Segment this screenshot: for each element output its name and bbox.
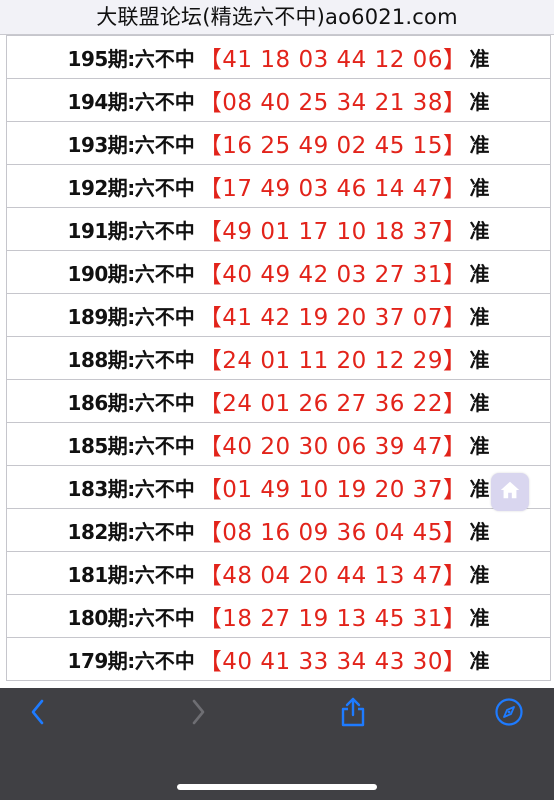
- list-item: 185期: 六不中 【40 20 30 06 39 47】准: [6, 423, 551, 466]
- home-button[interactable]: [491, 473, 529, 511]
- result-label: 准: [469, 605, 490, 630]
- browser-button[interactable]: [494, 697, 524, 731]
- page: 大联盟论坛(精选六不中)ao6021.com 195期: 六不中 【41 18 03…: [0, 0, 554, 800]
- result-label: 准: [469, 347, 490, 372]
- period-label: 180期:: [67, 605, 136, 630]
- result-label: 准: [469, 476, 490, 501]
- period-label: 195期:: [67, 46, 136, 71]
- numbers-text: 【18 27 19 13 45 31】: [198, 606, 467, 632]
- list-item: 186期: 六不中 【24 01 26 27 36 22】准: [6, 380, 551, 423]
- period-label: 183期:: [67, 476, 136, 501]
- list-item: 179期: 六不中 【40 41 33 34 43 30】准: [6, 638, 551, 681]
- forward-button[interactable]: [184, 698, 212, 730]
- category-label: 六不中: [134, 46, 195, 71]
- period-label: 193期:: [67, 132, 136, 157]
- home-icon: [499, 479, 521, 505]
- category-label: 六不中: [134, 89, 195, 114]
- period-label: 182期:: [67, 519, 136, 544]
- numbers-text: 【24 01 11 20 12 29】: [198, 348, 467, 374]
- result-label: 准: [469, 46, 490, 71]
- category-label: 六不中: [134, 433, 195, 458]
- period-label: 191期:: [67, 218, 136, 243]
- list-item: 183期: 六不中 【01 49 10 19 20 37】准: [6, 466, 551, 509]
- result-label: 准: [469, 132, 490, 157]
- list-item: 188期: 六不中 【24 01 11 20 12 29】准: [6, 337, 551, 380]
- list-item: 191期: 六不中 【49 01 17 10 18 37】准: [6, 208, 551, 251]
- list-item: 189期: 六不中 【41 42 19 20 37 07】准: [6, 294, 551, 337]
- numbers-text: 【08 40 25 34 21 38】: [198, 90, 467, 116]
- numbers-text: 【17 49 03 46 14 47】: [198, 176, 467, 202]
- period-label: 186期:: [67, 390, 136, 415]
- period-label: 188期:: [67, 347, 136, 372]
- period-label: 189期:: [67, 304, 136, 329]
- result-label: 准: [469, 519, 490, 544]
- browser-toolbar: [0, 688, 554, 800]
- list-item: 193期: 六不中 【16 25 49 02 45 15】准: [6, 122, 551, 165]
- numbers-text: 【40 49 42 03 27 31】: [198, 262, 467, 288]
- list-item: 190期: 六不中 【40 49 42 03 27 31】准: [6, 251, 551, 294]
- category-label: 六不中: [134, 648, 195, 673]
- result-label: 准: [469, 433, 490, 458]
- list-item: 182期: 六不中 【08 16 09 36 04 45】准: [6, 509, 551, 552]
- numbers-text: 【01 49 10 19 20 37】: [198, 477, 467, 503]
- result-label: 准: [469, 89, 490, 114]
- result-label: 准: [469, 218, 490, 243]
- category-label: 六不中: [134, 476, 195, 501]
- result-label: 准: [469, 175, 490, 200]
- period-label: 194期:: [67, 89, 136, 114]
- category-label: 六不中: [134, 218, 195, 243]
- numbers-text: 【16 25 49 02 45 15】: [198, 133, 467, 159]
- period-label: 190期:: [67, 261, 136, 286]
- period-label: 179期:: [67, 648, 136, 673]
- numbers-text: 【41 42 19 20 37 07】: [198, 305, 467, 331]
- list-item: 181期: 六不中 【48 04 20 44 13 47】准: [6, 552, 551, 595]
- prediction-list: 195期: 六不中 【41 18 03 44 12 06】准 194期: 六不中 【08 …: [0, 35, 554, 800]
- numbers-text: 【40 41 33 34 43 30】: [198, 649, 467, 675]
- numbers-text: 【40 20 30 06 39 47】: [198, 434, 467, 460]
- numbers-text: 【08 16 09 36 04 45】: [198, 520, 467, 546]
- list-item: 194期: 六不中 【08 40 25 34 21 38】准: [6, 79, 551, 122]
- chevron-right-icon: [188, 698, 208, 730]
- list-item: 180期: 六不中 【18 27 19 13 45 31】准: [6, 595, 551, 638]
- back-button[interactable]: [24, 698, 52, 730]
- category-label: 六不中: [134, 175, 195, 200]
- category-label: 六不中: [134, 347, 195, 372]
- list-item: 195期: 六不中 【41 18 03 44 12 06】准: [6, 35, 551, 79]
- result-label: 准: [469, 304, 490, 329]
- numbers-text: 【49 01 17 10 18 37】: [198, 219, 467, 245]
- compass-icon: [494, 697, 524, 731]
- category-label: 六不中: [134, 132, 195, 157]
- category-label: 六不中: [134, 605, 195, 630]
- page-title: 大联盟论坛(精选六不中)ao6021.com: [0, 0, 554, 35]
- numbers-text: 【48 04 20 44 13 47】: [198, 563, 467, 589]
- category-label: 六不中: [134, 562, 195, 587]
- period-label: 192期:: [67, 175, 136, 200]
- period-label: 181期:: [67, 562, 136, 587]
- numbers-text: 【41 18 03 44 12 06】: [198, 47, 467, 73]
- result-label: 准: [469, 261, 490, 286]
- category-label: 六不中: [134, 304, 195, 329]
- result-label: 准: [469, 648, 490, 673]
- share-icon: [339, 696, 367, 732]
- category-label: 六不中: [134, 519, 195, 544]
- category-label: 六不中: [134, 261, 195, 286]
- home-indicator: [177, 784, 377, 790]
- result-label: 准: [469, 390, 490, 415]
- list-item: 192期: 六不中 【17 49 03 46 14 47】准: [6, 165, 551, 208]
- share-button[interactable]: [339, 697, 367, 728]
- result-label: 准: [469, 562, 490, 587]
- chevron-left-icon: [28, 698, 48, 730]
- category-label: 六不中: [134, 390, 195, 415]
- period-label: 185期:: [67, 433, 136, 458]
- numbers-text: 【24 01 26 27 36 22】: [198, 391, 467, 417]
